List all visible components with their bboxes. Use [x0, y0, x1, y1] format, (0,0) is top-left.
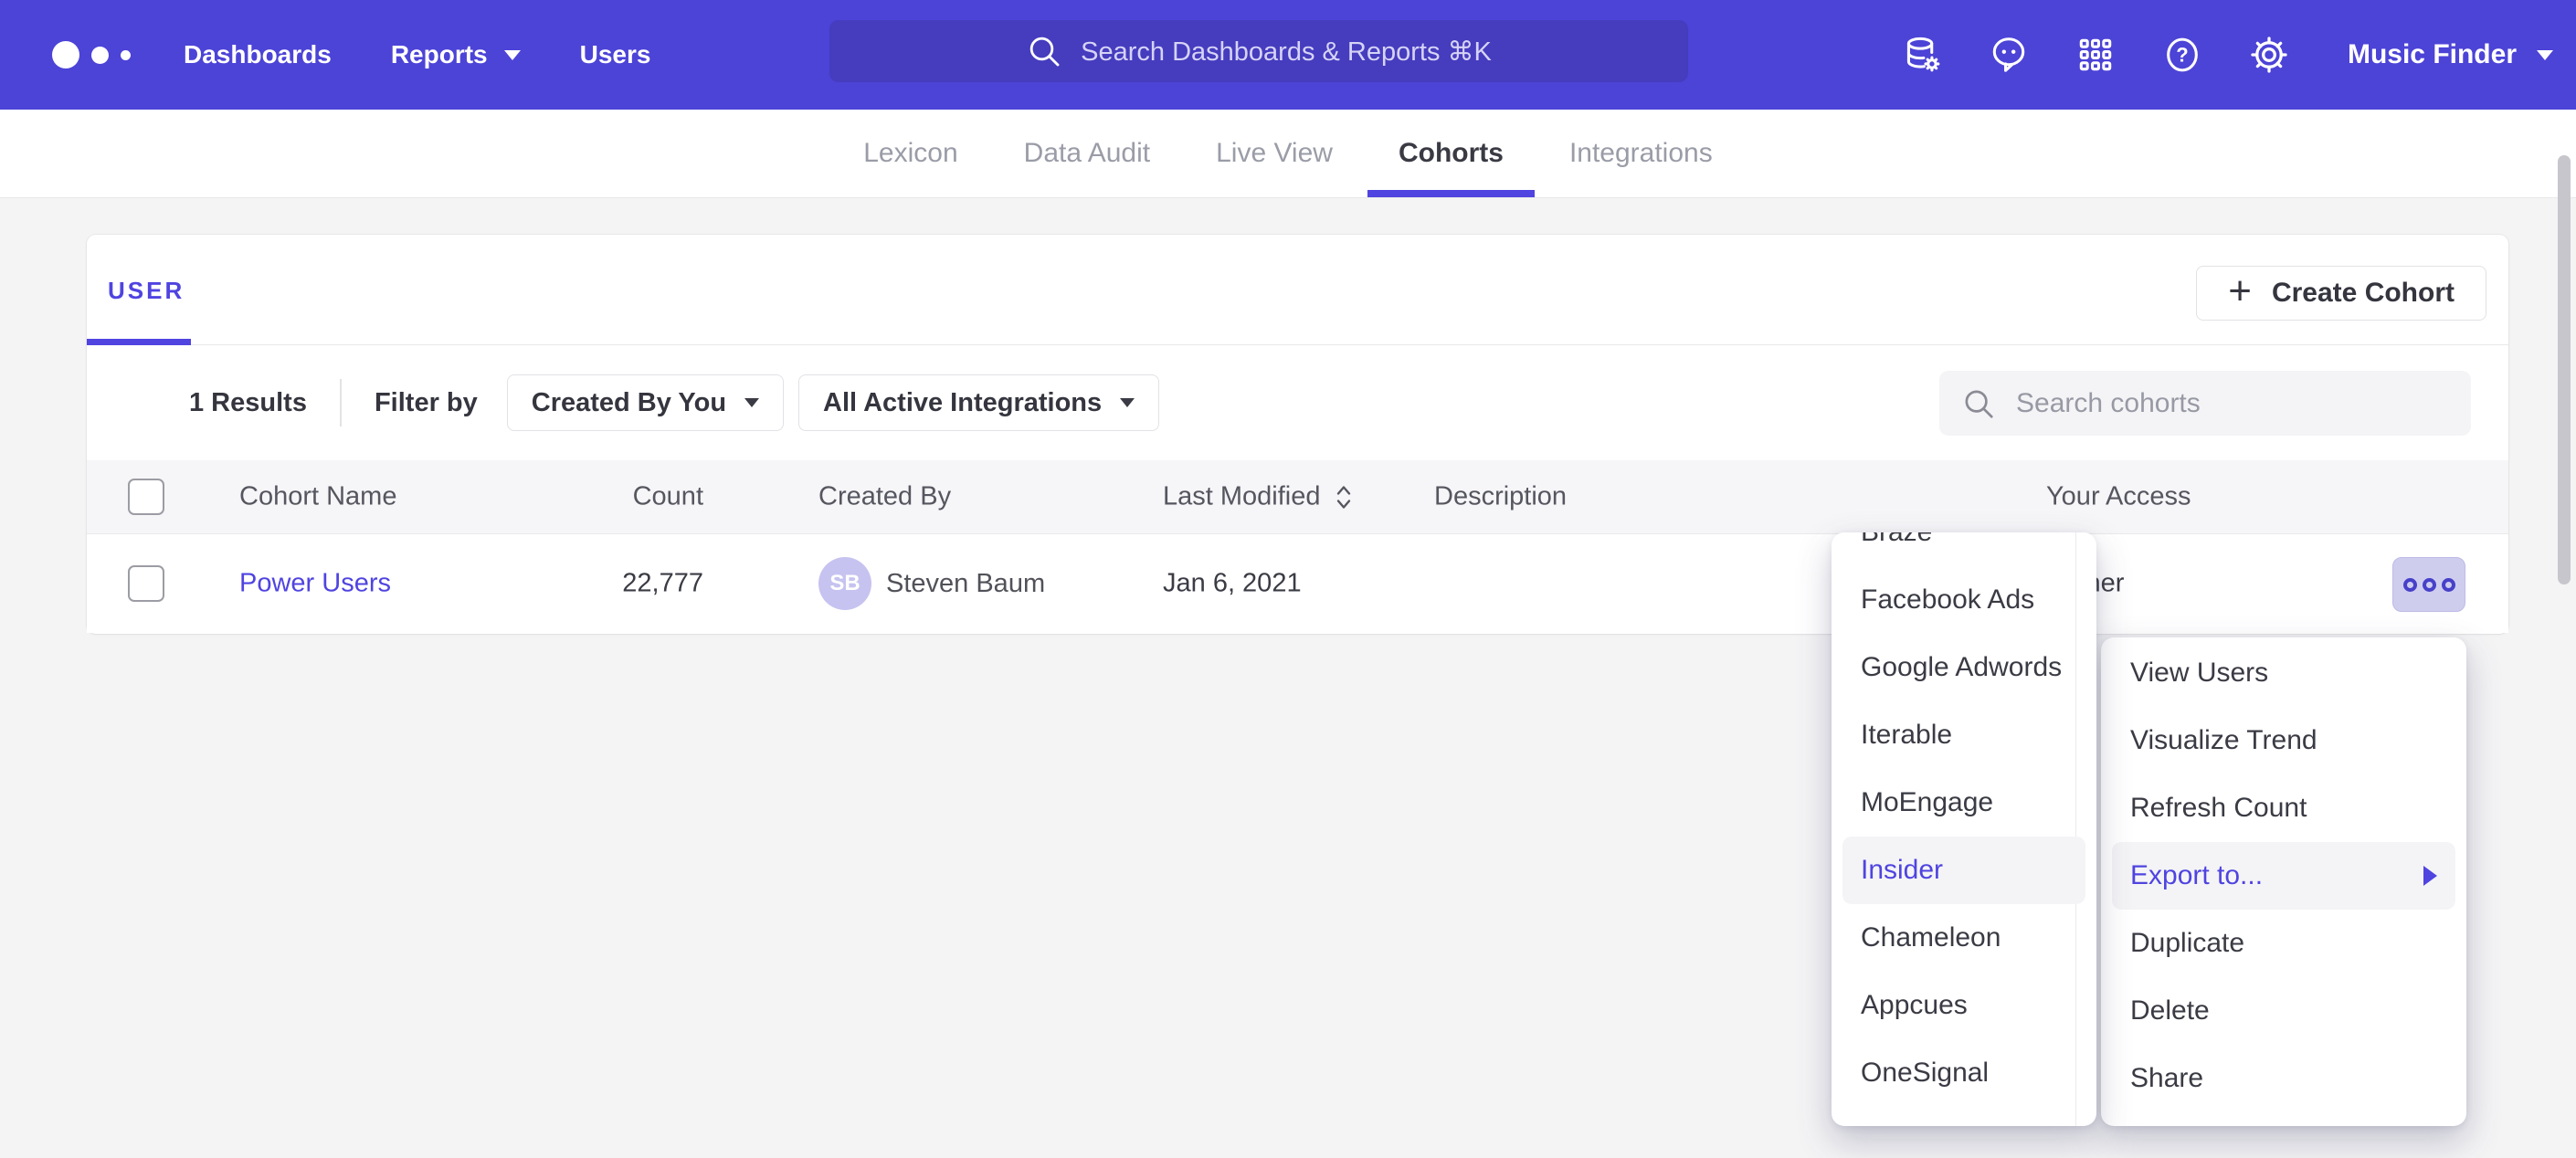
nav-link-reports[interactable]: Reports — [391, 40, 521, 69]
submenu-item-appcues[interactable]: Appcues — [1842, 972, 2085, 1039]
table-row: Power Users 22,777 SB Steven Baum Jan 6,… — [87, 534, 2508, 633]
submenu-item-chameleon[interactable]: Chameleon — [1842, 904, 2085, 972]
submenu-scrollbar[interactable] — [2558, 155, 2571, 584]
created-by-cell: SB Steven Baum — [818, 557, 1045, 610]
logo-dot-small — [121, 50, 131, 60]
avatar: SB — [818, 557, 871, 610]
submenu-item-insider[interactable]: Insider — [1842, 837, 2085, 904]
global-search-placeholder: Search Dashboards & Reports ⌘K — [1081, 36, 1492, 68]
divider — [340, 379, 342, 426]
sort-icon — [1334, 483, 1354, 511]
row-more-actions-button[interactable] — [2392, 557, 2465, 612]
cohort-name-link[interactable]: Power Users — [239, 569, 391, 599]
plus-icon: + — [2228, 271, 2252, 311]
help-icon[interactable]: ? — [2161, 34, 2203, 76]
nav-link-users[interactable]: Users — [580, 40, 651, 69]
column-description: Description — [1434, 482, 1567, 512]
tab-cohorts[interactable]: Cohorts — [1366, 110, 1536, 197]
column-count: Count — [502, 482, 703, 512]
cohort-search — [1939, 371, 2471, 436]
apps-grid-icon[interactable] — [2075, 34, 2117, 76]
submenu-item-facebook-ads[interactable]: Facebook Ads — [1842, 566, 2085, 634]
logo-dot-large — [52, 41, 79, 68]
submenu-arrow-icon — [2423, 866, 2437, 886]
last-modified-cell: Jan 6, 2021 — [1163, 569, 1302, 599]
svg-text:?: ? — [2176, 44, 2188, 67]
submenu-item-google-adwords[interactable]: Google Adwords — [1842, 634, 2085, 701]
caret-down-icon — [744, 398, 759, 407]
menu-item-visualize-trend[interactable]: Visualize Trend — [2112, 707, 2455, 774]
tab-integrations[interactable]: Integrations — [1536, 110, 1746, 197]
logo-dot-medium — [91, 47, 109, 64]
export-submenu: Braze Facebook Ads Google Adwords Iterab… — [1832, 532, 2096, 1126]
create-cohort-button[interactable]: + Create Cohort — [2196, 266, 2486, 321]
settings-icon[interactable] — [2248, 34, 2290, 76]
mixpanel-dots-logo[interactable] — [52, 41, 131, 68]
nav-link-dashboards[interactable]: Dashboards — [184, 40, 332, 69]
filter-row: 1 Results Filter by Created By You All A… — [87, 345, 2508, 460]
column-cohort-name: Cohort Name — [239, 482, 396, 512]
submenu-item-braze[interactable]: Braze — [1842, 532, 2085, 566]
integrations-filter-dropdown[interactable]: All Active Integrations — [798, 374, 1159, 431]
cohort-search-input[interactable] — [1939, 371, 2471, 436]
menu-item-duplicate[interactable]: Duplicate — [2112, 910, 2455, 977]
project-name: Music Finder — [2348, 39, 2517, 70]
tab-data-audit[interactable]: Data Audit — [991, 110, 1183, 197]
row-context-menu: View Users Visualize Trend Refresh Count… — [2101, 637, 2466, 1126]
top-nav: Dashboards Reports Users Search Dashboar… — [0, 0, 2576, 110]
row-checkbox[interactable] — [128, 565, 164, 602]
select-all-checkbox[interactable] — [128, 479, 164, 515]
table-header: Cohort Name Count Created By Last Modifi… — [87, 460, 2508, 534]
search-icon — [1026, 33, 1062, 69]
menu-item-export-to[interactable]: Export to... — [2112, 842, 2455, 910]
column-last-modified[interactable]: Last Modified — [1163, 482, 1354, 512]
global-search-bar[interactable]: Search Dashboards & Reports ⌘K — [829, 20, 1688, 82]
tab-lexicon[interactable]: Lexicon — [830, 110, 990, 197]
filter-by-label: Filter by — [375, 388, 478, 418]
nav-right-cluster: ? Music Finder — [1901, 0, 2553, 110]
menu-item-refresh-count[interactable]: Refresh Count — [2112, 774, 2455, 842]
created-by-name: Steven Baum — [886, 569, 1045, 599]
submenu-item-onesignal[interactable]: OneSignal — [1842, 1039, 2085, 1107]
project-switcher[interactable]: Music Finder — [2348, 39, 2553, 70]
menu-item-delete[interactable]: Delete — [2112, 977, 2455, 1045]
export-submenu-list: Braze Facebook Ads Google Adwords Iterab… — [1832, 532, 2096, 1107]
cohorts-card: USER + Create Cohort 1 Results Filter by… — [87, 235, 2508, 634]
caret-down-icon — [1120, 398, 1135, 407]
tab-live-view[interactable]: Live View — [1183, 110, 1366, 197]
cohorts-card-header: USER + Create Cohort — [87, 235, 2508, 345]
caret-down-icon — [504, 50, 521, 60]
submenu-item-moengage[interactable]: MoEngage — [1842, 769, 2085, 837]
column-created-by: Created By — [818, 482, 951, 512]
caret-down-icon — [2537, 50, 2553, 60]
created-by-filter-dropdown[interactable]: Created By You — [507, 374, 784, 431]
cohort-count: 22,777 — [502, 569, 703, 599]
submenu-item-iterable[interactable]: Iterable — [1842, 701, 2085, 769]
search-icon — [1961, 386, 1996, 421]
feedback-icon[interactable] — [1988, 34, 2030, 76]
menu-item-view-users[interactable]: View Users — [2112, 639, 2455, 707]
section-tabbar: Lexicon Data Audit Live View Cohorts Int… — [0, 110, 2576, 198]
user-section-tab-underline — [87, 339, 191, 345]
nav-links: Dashboards Reports Users — [184, 40, 650, 69]
menu-item-share[interactable]: Share — [2112, 1045, 2455, 1112]
data-settings-icon[interactable] — [1901, 34, 1943, 76]
more-actions-icon — [2403, 578, 2417, 592]
results-count: 1 Results — [189, 388, 307, 418]
user-section-tab[interactable]: USER — [108, 277, 185, 305]
column-your-access: Your Access — [2046, 482, 2191, 512]
